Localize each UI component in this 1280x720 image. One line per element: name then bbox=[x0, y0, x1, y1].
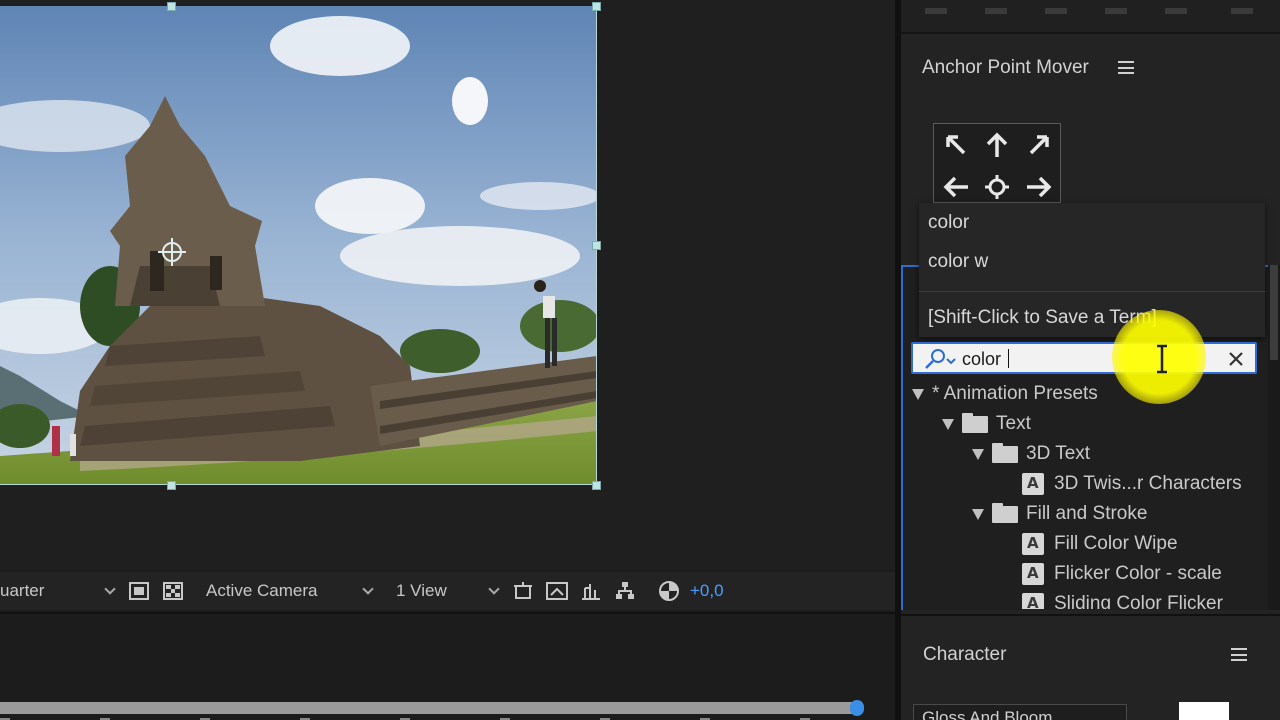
panel-menu-icon[interactable] bbox=[1231, 648, 1247, 661]
font-family-label: Gloss And Bloom bbox=[922, 708, 1053, 720]
viewer-toolbar: uarter Active Camera 1 View +0,0 bbox=[0, 572, 895, 610]
timeline-icon[interactable] bbox=[578, 578, 604, 604]
crosshair-icon[interactable] bbox=[977, 168, 1017, 206]
expand-triangle-icon[interactable] bbox=[972, 448, 984, 460]
arrow-right-icon[interactable] bbox=[1019, 168, 1059, 206]
timeline-scroll-knob[interactable] bbox=[850, 700, 864, 716]
tree-label: * Animation Presets bbox=[932, 383, 1098, 404]
folder-icon bbox=[992, 502, 1018, 523]
camera-dropdown[interactable]: Active Camera bbox=[198, 577, 380, 605]
layer-handle-top-right[interactable] bbox=[592, 2, 601, 11]
animation-preset-icon bbox=[1022, 473, 1044, 495]
character-title: Character bbox=[923, 644, 1007, 665]
tree-label: 3D Text bbox=[1026, 443, 1091, 464]
tree-label: Flicker Color - scale bbox=[1054, 563, 1222, 584]
tree-label: Text bbox=[996, 413, 1031, 434]
close-icon[interactable] bbox=[1225, 348, 1247, 370]
expand-triangle-icon[interactable] bbox=[912, 388, 924, 400]
region-of-interest-icon[interactable] bbox=[126, 578, 152, 604]
layer-handle-right[interactable] bbox=[592, 241, 601, 250]
composition-viewer bbox=[0, 0, 895, 570]
transparency-grid-icon[interactable] bbox=[160, 578, 186, 604]
panel-menu-icon[interactable] bbox=[1118, 61, 1134, 74]
layer-handle-bottom[interactable] bbox=[167, 481, 176, 490]
arrow-left-icon[interactable] bbox=[936, 168, 976, 206]
folder-icon bbox=[962, 412, 988, 433]
tree-label: Sliding Color Flicker bbox=[1054, 593, 1223, 609]
search-value: color bbox=[962, 349, 1002, 369]
animation-preset-icon bbox=[1022, 533, 1044, 555]
tree-row-animation-presets[interactable]: * Animation Presets bbox=[912, 379, 1098, 409]
views-label: 1 View bbox=[396, 581, 447, 600]
tree-row-text[interactable]: Text bbox=[942, 409, 1031, 439]
text-cursor-icon bbox=[1157, 344, 1167, 374]
align-panel-strip bbox=[901, 0, 1280, 34]
fast-previews-icon[interactable] bbox=[544, 578, 570, 604]
chevron-down-icon bbox=[488, 583, 500, 595]
toggle-pixel-aspect-icon[interactable] bbox=[510, 578, 536, 604]
character-panel: Character Gloss And Bloom bbox=[901, 614, 1280, 720]
tree-row-sliding-color-flicker[interactable]: Sliding Color Flicker bbox=[1022, 589, 1223, 609]
resolution-dropdown[interactable]: uarter bbox=[0, 577, 122, 605]
font-family-dropdown[interactable]: Gloss And Bloom bbox=[913, 704, 1127, 720]
expand-triangle-icon[interactable] bbox=[972, 508, 984, 520]
text-caret bbox=[1008, 349, 1009, 368]
layer-handle-bottom-right[interactable] bbox=[592, 481, 601, 490]
tree-row-fill-and-stroke[interactable]: Fill and Stroke bbox=[972, 499, 1147, 529]
resolution-label: uarter bbox=[0, 581, 45, 600]
search-history-dropdown: color color w [Shift-Click to Save a Ter… bbox=[919, 203, 1265, 337]
flowchart-icon[interactable] bbox=[612, 578, 638, 604]
history-item[interactable]: color bbox=[928, 212, 969, 234]
save-term-hint[interactable]: [Shift-Click to Save a Term] bbox=[928, 307, 1157, 329]
temple-photo bbox=[0, 6, 596, 484]
arrow-up-left-icon[interactable] bbox=[936, 126, 976, 164]
timeline-panel bbox=[0, 612, 895, 720]
chevron-down-icon bbox=[362, 583, 374, 595]
tree-label: Fill Color Wipe bbox=[1054, 533, 1178, 554]
effects-search-input[interactable]: color bbox=[911, 342, 1257, 374]
views-dropdown[interactable]: 1 View bbox=[388, 577, 506, 605]
fill-color-swatch[interactable] bbox=[1179, 702, 1229, 720]
animation-preset-icon bbox=[1022, 563, 1044, 585]
arrow-up-icon[interactable] bbox=[977, 126, 1017, 164]
expand-triangle-icon[interactable] bbox=[942, 418, 954, 430]
tree-label: Fill and Stroke bbox=[1026, 503, 1148, 524]
tree-row-3d-twist-characters[interactable]: 3D Twis...r Characters bbox=[1022, 469, 1242, 499]
camera-label: Active Camera bbox=[206, 581, 318, 600]
tree-row-3d-text[interactable]: 3D Text bbox=[972, 439, 1090, 469]
arrow-up-right-icon[interactable] bbox=[1019, 126, 1059, 164]
reset-exposure-icon[interactable] bbox=[656, 578, 682, 604]
folder-icon bbox=[992, 442, 1018, 463]
layer-handle-top[interactable] bbox=[167, 2, 176, 11]
after-effects-window: uarter Active Camera 1 View +0,0 Anchor … bbox=[0, 0, 1280, 720]
search-icon[interactable] bbox=[923, 348, 957, 370]
animation-preset-icon bbox=[1022, 593, 1044, 609]
tree-row-flicker-color-scale[interactable]: Flicker Color - scale bbox=[1022, 559, 1222, 589]
tree-row-fill-color-wipe[interactable]: Fill Color Wipe bbox=[1022, 529, 1178, 559]
composition-frame[interactable] bbox=[0, 6, 597, 485]
exposure-value[interactable]: +0,0 bbox=[690, 581, 724, 601]
tree-label: 3D Twis...r Characters bbox=[1054, 473, 1242, 494]
right-panel: Anchor Point Mover * Animation Presets T… bbox=[901, 0, 1280, 720]
timeline-scrollbar[interactable] bbox=[0, 702, 858, 714]
effects-scroll-thumb[interactable] bbox=[1270, 265, 1278, 360]
history-item[interactable]: color w bbox=[928, 251, 988, 273]
anchor-point-grid bbox=[933, 123, 1061, 203]
chevron-down-icon bbox=[104, 583, 116, 595]
anchor-point-mover-title: Anchor Point Mover bbox=[922, 57, 1089, 78]
history-separator bbox=[919, 291, 1265, 292]
effects-scrollbar[interactable] bbox=[1268, 265, 1280, 610]
